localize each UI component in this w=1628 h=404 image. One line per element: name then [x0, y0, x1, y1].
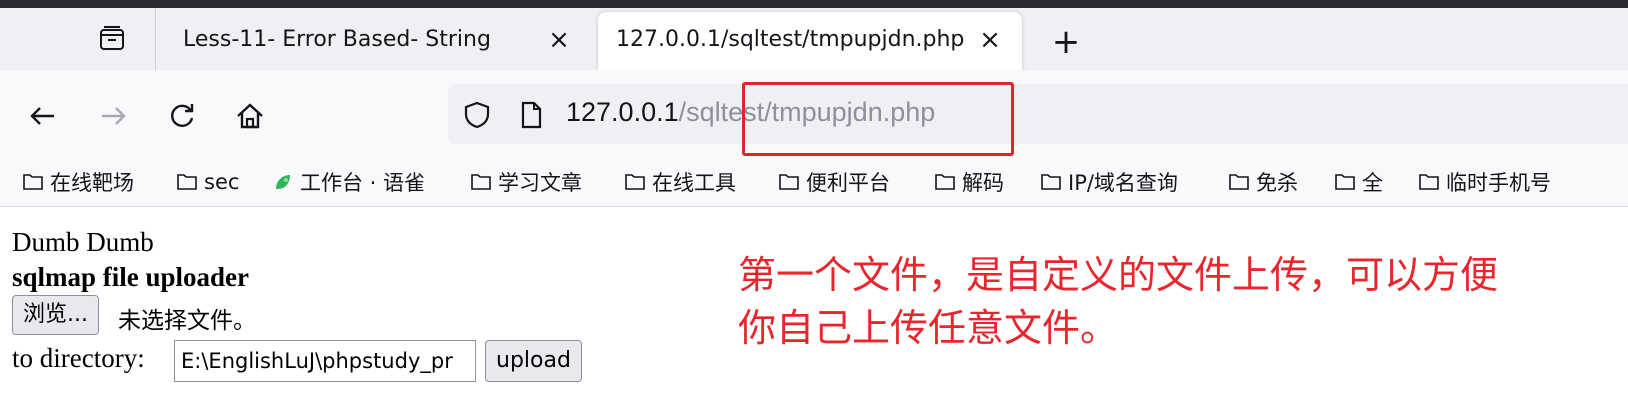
bookmark-folder[interactable]: 在线工具	[624, 166, 736, 198]
bookmark-folder[interactable]: 免杀	[1228, 166, 1298, 198]
bookmark-folder[interactable]: 在线靶场	[22, 166, 134, 198]
bookmark-label: 临时手机号	[1446, 171, 1551, 195]
close-icon: ×	[548, 25, 570, 55]
tab-tmpupjdn[interactable]: 127.0.0.1/sqltest/tmpupjdn.php ×	[598, 12, 1022, 70]
bookmark-folder[interactable]: 临时手机号	[1418, 166, 1551, 198]
bookmark-label: 在线工具	[652, 171, 736, 195]
upload-button[interactable]: upload	[485, 340, 582, 382]
home-icon	[237, 103, 263, 129]
tab-list-icon	[100, 26, 124, 50]
tab-separator	[155, 8, 156, 76]
url-highlight-box	[742, 82, 1014, 156]
shield-icon	[464, 101, 490, 129]
folder-icon	[625, 174, 645, 190]
back-button[interactable]	[20, 94, 64, 138]
bookmark-item[interactable]: 工作台 · 语雀	[272, 166, 425, 198]
url-host: 127.0.0.1	[566, 97, 679, 127]
yuque-leaf-icon	[276, 175, 290, 189]
bookmark-folder[interactable]: IP/域名查询	[1040, 166, 1178, 198]
bookmark-label: 全	[1362, 171, 1383, 195]
window-top-strip	[0, 0, 1628, 8]
folder-icon	[177, 174, 197, 190]
bookmark-folder[interactable]: 学习文章	[470, 166, 582, 198]
annotation-text: 第一个文件，是自定义的文件上传，可以方便 你自己上传任意文件。	[738, 249, 1618, 355]
site-info-button[interactable]	[514, 98, 548, 132]
folder-icon	[1041, 174, 1061, 190]
forward-button[interactable]	[92, 94, 136, 138]
bookmark-label: sec	[204, 170, 240, 194]
bookmark-folder[interactable]: sec	[176, 166, 239, 198]
page-content: Dumb Dumb sqlmap file uploader 浏览... 未选择…	[0, 207, 1628, 404]
close-icon: ×	[979, 25, 1001, 55]
annotation-line-2: 你自己上传任意文件。	[738, 306, 1119, 350]
tracking-protection-button[interactable]	[460, 98, 494, 132]
browse-button[interactable]: 浏览...	[12, 295, 99, 335]
bookmarks-toolbar: 在线靶场 sec 工作台 · 语雀 学习文章 在线工具 便利平台 解码 IP/域…	[0, 158, 1628, 207]
folder-icon	[1419, 174, 1439, 190]
bookmark-label: 免杀	[1256, 171, 1298, 195]
bookmark-label: 在线靶场	[50, 171, 134, 195]
folder-icon	[779, 174, 799, 190]
bookmark-label: IP/域名查询	[1068, 171, 1178, 195]
tab-title: 127.0.0.1/sqltest/tmpupjdn.php	[616, 27, 965, 52]
folder-icon	[935, 174, 955, 190]
home-button[interactable]	[228, 94, 272, 138]
to-directory-label: to directory:	[12, 343, 145, 373]
bookmark-folder[interactable]: 解码	[934, 166, 1004, 198]
plus-icon: +	[1051, 22, 1081, 62]
bookmark-label: 解码	[962, 171, 1004, 195]
reload-button[interactable]	[160, 94, 204, 138]
address-bar[interactable]: 127.0.0.1/sqltest/tmpupjdn.php	[448, 84, 1628, 144]
reload-icon	[171, 104, 194, 127]
tab-title: Less-11- Error Based- String	[183, 27, 491, 52]
annotation-line-1: 第一个文件，是自定义的文件上传，可以方便	[738, 253, 1499, 297]
tab-close-button[interactable]: ×	[543, 24, 575, 56]
tab-bar: Less-11- Error Based- String × 127.0.0.1…	[0, 8, 1628, 76]
forward-arrow-icon	[102, 107, 126, 125]
bookmark-folder[interactable]: 便利平台	[778, 166, 890, 198]
folder-icon	[1335, 174, 1355, 190]
no-file-selected-text: 未选择文件。	[118, 308, 256, 334]
folder-icon	[1229, 174, 1249, 190]
user-text: Dumb Dumb	[12, 227, 154, 257]
bookmark-label: 学习文章	[498, 171, 582, 195]
uploader-heading: sqlmap file uploader	[12, 262, 250, 292]
directory-input[interactable]: E:\EnglishLuJ\phpstudy_pr	[174, 340, 476, 382]
bookmark-label: 便利平台	[806, 171, 890, 195]
back-arrow-icon	[30, 107, 54, 125]
bookmark-folder[interactable]: 全	[1334, 166, 1383, 198]
tab-list-button[interactable]	[88, 18, 136, 58]
bookmark-label: 工作台 · 语雀	[300, 171, 426, 195]
folder-icon	[23, 174, 43, 190]
new-tab-button[interactable]: +	[1046, 22, 1086, 62]
tab-close-button[interactable]: ×	[974, 24, 1006, 56]
tab-less-11[interactable]: Less-11- Error Based- String ×	[165, 12, 595, 70]
page-icon	[521, 101, 542, 129]
folder-icon	[471, 174, 491, 190]
